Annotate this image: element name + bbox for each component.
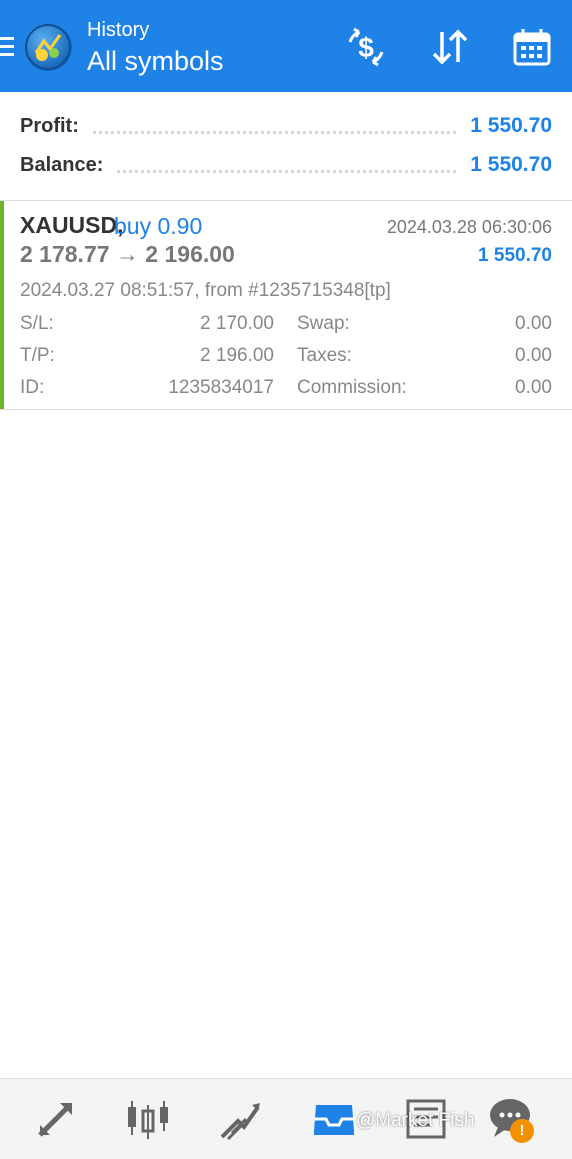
deal-profit-indicator [0, 201, 4, 409]
header-title[interactable]: All symbols [87, 43, 224, 79]
history-icon[interactable] [310, 1095, 358, 1143]
currency-exchange-icon[interactable]: $ [345, 26, 387, 68]
deal-close-time: 2024.03.28 06:30:06 [386, 217, 552, 237]
profit-dots [92, 130, 457, 134]
bottom-navigation: @Market Fish ! [0, 1078, 572, 1159]
balance-label: Balance: [20, 153, 104, 176]
profit-label: Profit: [20, 114, 79, 137]
calendar-icon[interactable] [511, 26, 553, 68]
menu-icon[interactable] [0, 37, 14, 59]
taxes-label: Taxes: [297, 345, 352, 366]
app-logo-icon[interactable] [24, 23, 72, 71]
swap-label: Swap: [297, 313, 350, 334]
deal-side-volume: buy 0.90 [114, 213, 203, 239]
deal-symbol: XAUUSD, [20, 212, 124, 238]
sort-icon[interactable] [429, 26, 471, 68]
id-value: 1235834017 [168, 377, 274, 398]
tp-label: T/P: [20, 345, 55, 366]
sl-value: 2 170.00 [200, 313, 274, 334]
chart-icon[interactable] [124, 1095, 172, 1143]
taxes-value: 0.00 [515, 345, 552, 366]
deal-profit: 1 550.70 [478, 245, 552, 266]
balance-value: 1 550.70 [470, 153, 552, 176]
svg-text:$: $ [358, 32, 374, 63]
deal-open-info: 2024.03.27 08:51:57, from #1235715348[tp… [20, 280, 391, 301]
commission-label: Commission: [297, 377, 407, 398]
balance-dots [117, 169, 457, 173]
app-header: History All symbols $ [0, 0, 572, 92]
profit-row: Profit: 1 550.70 [20, 111, 552, 141]
header-subtitle: History [87, 19, 150, 41]
profit-value: 1 550.70 [470, 114, 552, 137]
quotes-icon[interactable] [32, 1095, 80, 1143]
id-label: ID: [20, 377, 45, 398]
deal-prices: 2 178.77 → 2 196.00 [20, 241, 235, 267]
swap-value: 0.00 [515, 313, 552, 334]
watermark-text: @Market Fish [356, 1110, 475, 1131]
commission-value: 0.00 [515, 377, 552, 398]
trade-icon[interactable] [216, 1095, 264, 1143]
notification-badge: ! [510, 1119, 534, 1143]
deal-list-item[interactable]: XAUUSD, buy 0.90 2024.03.28 06:30:06 2 1… [0, 201, 572, 409]
tp-value: 2 196.00 [200, 345, 274, 366]
balance-row: Balance: 1 550.70 [20, 150, 552, 180]
divider [0, 409, 572, 410]
sl-label: S/L: [20, 313, 54, 334]
